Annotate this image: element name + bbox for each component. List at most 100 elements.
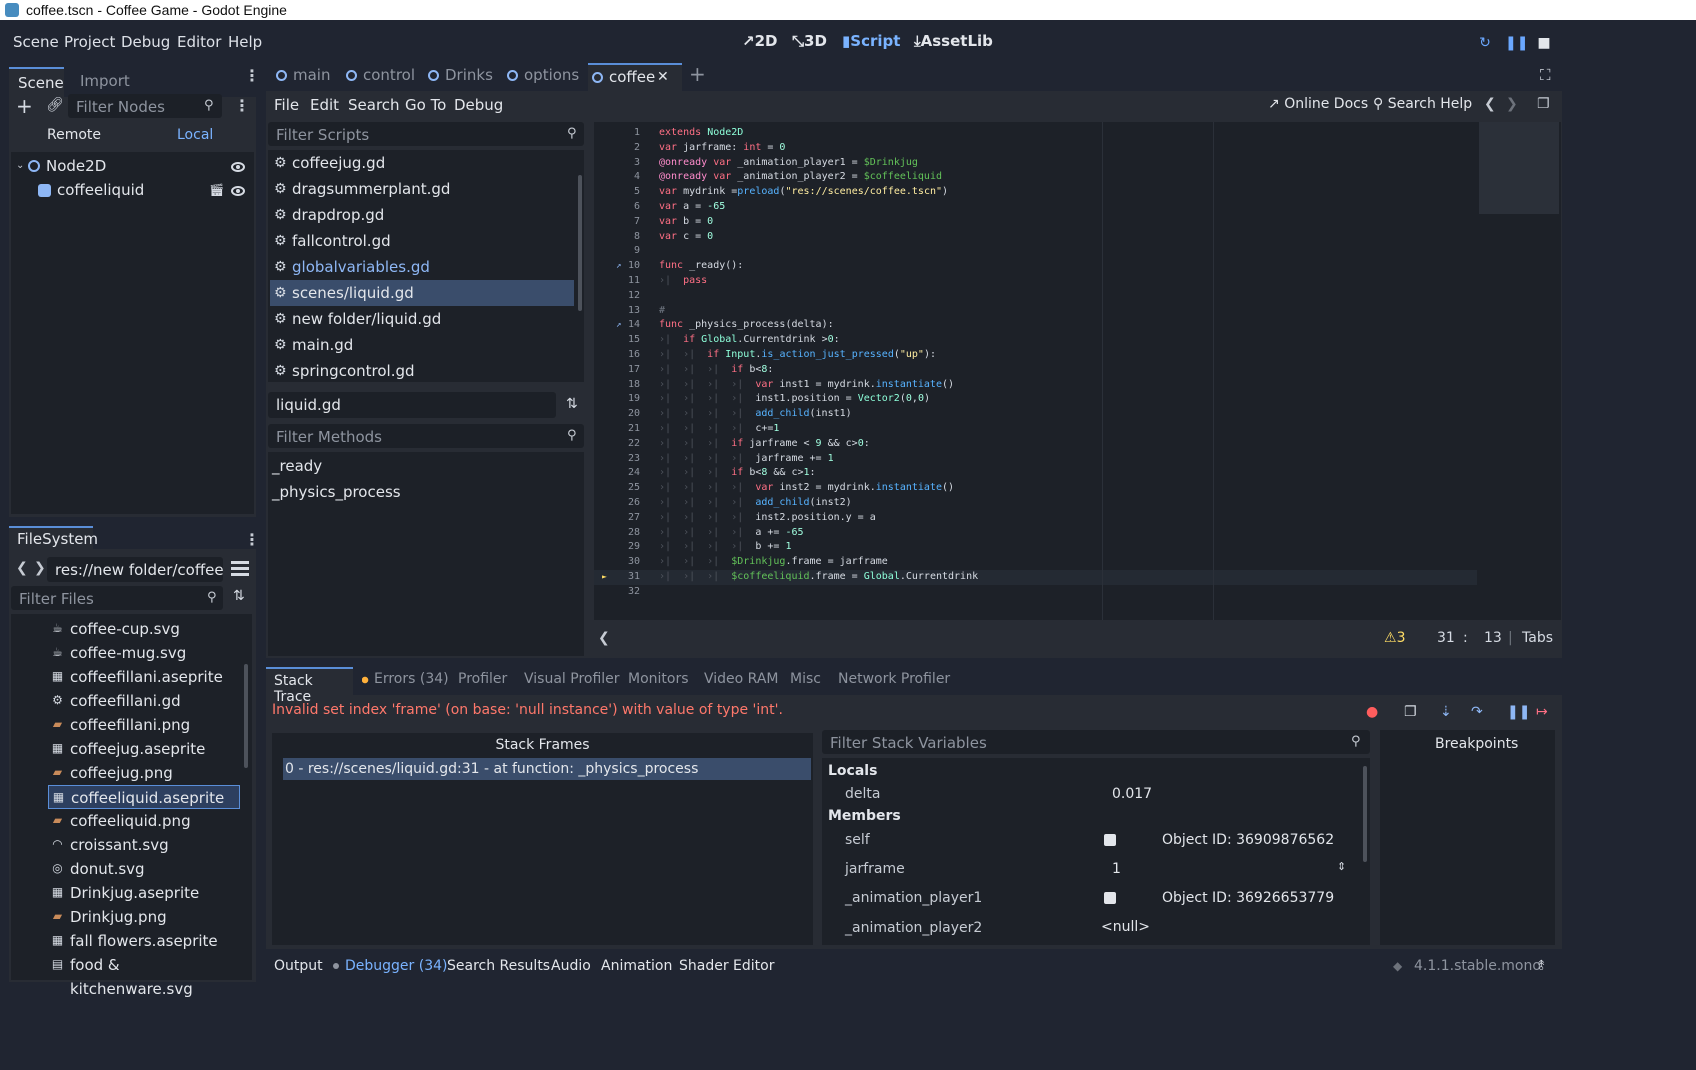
record-icon[interactable]: ● — [1366, 704, 1378, 720]
code-line[interactable]: 7 var b = 0 — [594, 215, 1477, 230]
bottom-tab-debugger[interactable]: Debugger (34) — [345, 958, 447, 974]
stack-frame-row[interactable]: 0 - res://scenes/liquid.gd:31 - at funct… — [283, 758, 811, 780]
code-line[interactable]: 8 var c = 0 — [594, 230, 1477, 245]
script-menu-file[interactable]: File — [274, 96, 299, 114]
online-docs-button[interactable]: ↗ Online Docs — [1268, 96, 1368, 112]
code-line[interactable]: 32 — [594, 585, 1477, 600]
local-button[interactable]: Local — [177, 127, 213, 143]
script-tab-drinks[interactable]: Drinks — [424, 63, 493, 91]
filter-stack-variables-input[interactable]: Filter Stack Variables — [822, 730, 1370, 754]
code-line[interactable]: 18 ›| ›| ›| ›| var inst1 = mydrink.instan… — [594, 378, 1477, 393]
code-line[interactable]: 23 ›| ›| ›| ›| jarframe += 1 — [594, 452, 1477, 467]
code-line[interactable]: 9 — [594, 244, 1477, 259]
debugger-tab-video-ram[interactable]: Video RAM — [704, 671, 779, 687]
code-line[interactable]: 22 ›| ›| ›| if jarframe < 9 && c>0: — [594, 437, 1477, 452]
break-icon[interactable]: ❚❚ — [1507, 704, 1530, 720]
stop-icon[interactable]: ■ — [1535, 34, 1553, 52]
menu-editor[interactable]: Editor — [177, 33, 221, 51]
pause-icon[interactable]: ❚❚ — [1505, 34, 1528, 52]
debugger-tab-misc[interactable]: Misc — [790, 671, 821, 687]
file-item[interactable]: ▰ Drinkjug.png — [48, 905, 240, 929]
code-line[interactable]: 6 var a = -65 — [594, 200, 1477, 215]
code-line[interactable]: 3 @onready var _animation_player1 = $Drin… — [594, 156, 1477, 171]
script-menu-goto[interactable]: Go To — [405, 96, 446, 114]
script-item[interactable]: ⚙ main.gd — [270, 332, 574, 358]
debugger-tab-network-profiler[interactable]: Network Profiler — [838, 671, 950, 687]
debugger-tab-profiler[interactable]: Profiler — [458, 671, 507, 687]
script-menu-search[interactable]: Search — [348, 96, 400, 114]
file-item[interactable]: ☕ coffee-cup.svg — [48, 617, 240, 641]
debugger-tab-stack-trace[interactable]: Stack Trace — [266, 667, 353, 705]
spinner-icon[interactable]: ⇕ — [1337, 860, 1346, 873]
method-physics-process[interactable]: _physics_process — [272, 483, 401, 501]
add-node-icon[interactable]: + — [16, 94, 33, 118]
script-tab-coffee[interactable]: coffee ✕ — [588, 63, 682, 91]
debugger-tab-visual-profiler[interactable]: Visual Profiler — [524, 671, 620, 687]
minimap[interactable] — [1477, 122, 1561, 620]
code-line[interactable]: 13 # — [594, 304, 1477, 319]
script-item[interactable]: ⚙ coffeejug.gd — [270, 150, 574, 176]
script-item[interactable]: ⚙ globalvariables.gd — [270, 254, 574, 280]
collapse-icon[interactable]: ⌄ — [16, 160, 24, 171]
code-line[interactable]: 17 ›| ›| ›| if b<8: — [594, 363, 1477, 378]
bottom-tab-audio[interactable]: Audio — [551, 958, 591, 974]
workspace-3d-button[interactable]: ⤡3D — [792, 32, 827, 50]
search-help-button[interactable]: ⚲ Search Help — [1373, 96, 1472, 112]
code-line[interactable]: 31 ›| ›| ›| $coffeeliquid.frame = Global.… — [594, 570, 1477, 585]
script-item[interactable]: ⚙ fallcontrol.gd — [270, 228, 574, 254]
locals-section[interactable]: Locals — [828, 763, 877, 779]
code-line[interactable]: 20 ›| ›| ›| ›| add_child(inst1) — [594, 407, 1477, 422]
tree-node-coffeeliquid[interactable]: coffeeliquid — [57, 181, 144, 199]
file-item[interactable]: ⚙ coffeefillani.gd — [48, 689, 240, 713]
indent-mode[interactable]: Tabs — [1522, 630, 1553, 646]
code-line[interactable]: 28 ›| ›| ›| ›| a += -65 — [594, 526, 1477, 541]
fs-scrollbar[interactable] — [244, 664, 248, 768]
var-value-animation-player1[interactable]: Object ID: 36926653779 — [1096, 885, 1356, 911]
code-line[interactable]: 26 ›| ›| ›| ›| add_child(inst2) — [594, 496, 1477, 511]
file-item[interactable]: ◎ donut.svg — [48, 857, 240, 881]
filter-scripts-input[interactable]: Filter Scripts — [268, 122, 584, 146]
members-section[interactable]: Members — [828, 808, 901, 824]
remote-button[interactable]: Remote — [47, 127, 101, 143]
menu-scene[interactable]: Scene — [13, 33, 59, 51]
code-line[interactable]: 29 ›| ›| ›| ›| b += 1 — [594, 540, 1477, 555]
dock-menu-icon[interactable]: ⋮ — [244, 66, 260, 85]
menu-help[interactable]: Help — [228, 33, 262, 51]
expand-panel-icon[interactable]: ⥉ — [1538, 958, 1545, 974]
continue-icon[interactable]: ↦ — [1536, 704, 1548, 720]
new-tab-icon[interactable]: + — [689, 62, 706, 86]
filter-nodes-input[interactable]: Filter Nodes — [68, 94, 222, 118]
file-item[interactable]: ▰ coffeeliquid.png — [48, 809, 240, 833]
script-tab-control[interactable]: control — [342, 63, 415, 91]
sort-methods-icon[interactable]: ⇅ — [566, 396, 578, 412]
code-line[interactable]: 15 ›| if Global.Currentdrink >0: — [594, 333, 1477, 348]
file-item[interactable]: ▦ Drinkjug.aseprite — [48, 881, 240, 905]
code-line[interactable]: 4 @onready var _animation_player2 = $coff… — [594, 170, 1477, 185]
split-mode-icon[interactable] — [231, 561, 249, 576]
copy-icon[interactable]: ❐ — [1404, 704, 1417, 720]
code-line[interactable]: 10 func _ready(): ↗ — [594, 259, 1477, 274]
filter-methods-input[interactable]: Filter Methods — [268, 424, 584, 448]
sort-icon[interactable]: ⇅ — [233, 588, 245, 604]
code-line[interactable]: 11 ›| pass — [594, 274, 1477, 289]
debugger-tab-monitors[interactable]: Monitors — [628, 671, 689, 687]
reload-icon[interactable]: ↻ — [1476, 34, 1494, 52]
link-icon[interactable]: 🔗︎ — [46, 97, 64, 113]
float-window-icon[interactable]: ❐ — [1537, 96, 1550, 112]
file-item[interactable]: ◠ croissant.svg — [48, 833, 240, 857]
code-editor[interactable]: 1 extends Node2D 2 var jarframe: int = 0 3 @o… — [594, 122, 1477, 620]
debugger-tab-errors-34[interactable]: Errors (34) — [362, 671, 449, 687]
warning-count[interactable]: ⚠3 — [1384, 630, 1405, 646]
code-line[interactable]: 5 var mydrink =preload("res://scenes/coff… — [594, 185, 1477, 200]
history-back-icon[interactable]: ❮ — [1484, 96, 1496, 112]
visibility-icon[interactable] — [231, 186, 245, 196]
var-value-jarframe[interactable]: 1 — [1096, 856, 1356, 882]
script-tab-main[interactable]: main — [272, 63, 330, 91]
code-line[interactable]: 14 func _physics_process(delta): ↗ — [594, 318, 1477, 333]
scene-options-icon[interactable]: ⋮ — [234, 96, 250, 115]
script-item[interactable]: ⚙ dragsummerplant.gd — [270, 176, 574, 202]
variables-scrollbar[interactable] — [1363, 766, 1367, 862]
fs-menu-icon[interactable]: ⋮ — [244, 530, 260, 549]
back-icon[interactable]: ❮ — [16, 560, 28, 576]
script-item[interactable]: ⚙ drapdrop.gd — [270, 202, 574, 228]
